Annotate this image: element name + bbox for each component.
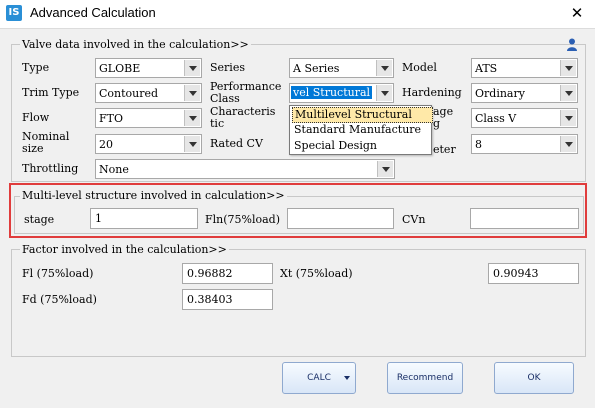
performance-class-select[interactable]: vel Structural bbox=[289, 83, 394, 103]
person-icon[interactable] bbox=[566, 38, 578, 52]
fd-label: Fd (75%load) bbox=[22, 293, 97, 306]
characteristic-label-line2: tic bbox=[210, 117, 225, 130]
throttling-label: Throttling bbox=[22, 162, 79, 175]
trim-type-value: Contoured bbox=[99, 87, 159, 100]
flow-label: Flow bbox=[22, 111, 50, 124]
type-select[interactable]: GLOBE bbox=[95, 58, 202, 78]
app-icon: IS bbox=[6, 5, 22, 21]
nominal-size-select[interactable]: 20 bbox=[95, 134, 202, 154]
factor-legend: Factor involved in the calculation>> bbox=[20, 243, 229, 256]
series-select[interactable]: A Series bbox=[289, 58, 394, 78]
chevron-down-icon[interactable] bbox=[376, 60, 392, 76]
hardening-value: Ordinary bbox=[475, 87, 525, 100]
leakage-label-line2: g bbox=[433, 117, 441, 130]
dropdown-option-special[interactable]: Special Design bbox=[292, 139, 431, 153]
title-bar: IS Advanced Calculation ✕ bbox=[0, 0, 595, 28]
fd-input[interactable]: 0.38403 bbox=[182, 289, 273, 310]
fd-value: 0.38403 bbox=[187, 293, 233, 306]
cvn-input[interactable] bbox=[470, 208, 579, 229]
diameter-value: 8 bbox=[475, 138, 482, 151]
calc-label: CALC bbox=[307, 373, 331, 383]
performance-class-value: vel Structural bbox=[291, 86, 373, 99]
multilevel-legend: Multi-level structure involved in calcul… bbox=[20, 189, 287, 202]
recommend-label: Recommend bbox=[396, 373, 454, 383]
chevron-down-icon[interactable] bbox=[344, 376, 350, 380]
dropdown-option-standard[interactable]: Standard Manufacture bbox=[292, 123, 431, 137]
fln-label: Fln(75%load) bbox=[205, 213, 281, 226]
fl-label: Fl (75%load) bbox=[22, 267, 94, 280]
diameter-select[interactable]: 8 bbox=[471, 134, 578, 154]
chevron-down-icon[interactable] bbox=[184, 110, 200, 126]
chevron-down-icon[interactable] bbox=[560, 85, 576, 101]
model-label: Model bbox=[402, 61, 437, 74]
nominal-size-label-line2: size bbox=[22, 142, 44, 155]
calc-button[interactable]: CALC bbox=[282, 362, 356, 394]
chevron-down-icon[interactable] bbox=[184, 60, 200, 76]
trim-type-label: Trim Type bbox=[22, 86, 80, 99]
chevron-down-icon[interactable] bbox=[560, 60, 576, 76]
rated-cv-label: Rated CV bbox=[210, 137, 263, 150]
stage-value: 1 bbox=[95, 212, 102, 225]
dropdown-option-multilevel[interactable]: Multilevel Structural bbox=[292, 107, 433, 123]
series-label: Series bbox=[210, 61, 245, 74]
close-icon[interactable]: ✕ bbox=[565, 3, 589, 23]
recommend-button[interactable]: Recommend bbox=[387, 362, 463, 394]
ok-label: OK bbox=[527, 373, 541, 383]
hardening-label: Hardening bbox=[402, 86, 462, 99]
model-value: ATS bbox=[475, 62, 498, 75]
hardening-select[interactable]: Ordinary bbox=[471, 83, 578, 103]
type-value: GLOBE bbox=[99, 62, 141, 75]
chevron-down-icon[interactable] bbox=[184, 136, 200, 152]
nominal-size-value: 20 bbox=[99, 138, 113, 151]
xt-input[interactable]: 0.90943 bbox=[488, 263, 579, 284]
flow-value: FTO bbox=[99, 112, 123, 125]
fl-value: 0.96882 bbox=[187, 267, 233, 280]
fln-input[interactable] bbox=[287, 208, 394, 229]
chevron-down-icon[interactable] bbox=[560, 110, 576, 126]
chevron-down-icon[interactable] bbox=[376, 85, 392, 101]
model-select[interactable]: ATS bbox=[471, 58, 578, 78]
ok-button[interactable]: OK bbox=[494, 362, 574, 394]
trim-type-select[interactable]: Contoured bbox=[95, 83, 202, 103]
xt-label: Xt (75%load) bbox=[280, 267, 353, 280]
throttling-select[interactable]: None bbox=[95, 159, 395, 179]
xt-value: 0.90943 bbox=[493, 267, 539, 280]
performance-class-dropdown: Multilevel Structural Standard Manufactu… bbox=[289, 105, 433, 155]
valve-data-legend: Valve data involved in the calculation>> bbox=[20, 38, 251, 51]
leakage-select[interactable]: Class V bbox=[471, 108, 578, 128]
chevron-down-icon[interactable] bbox=[377, 161, 393, 177]
cvn-label: CVn bbox=[402, 213, 426, 226]
stage-input[interactable]: 1 bbox=[90, 208, 198, 229]
series-value: A Series bbox=[293, 62, 340, 75]
diameter-label: eter bbox=[433, 143, 456, 156]
chevron-down-icon[interactable] bbox=[184, 85, 200, 101]
window-title: Advanced Calculation bbox=[30, 5, 156, 20]
stage-label: stage bbox=[24, 213, 55, 226]
leakage-value: Class V bbox=[475, 112, 517, 125]
flow-select[interactable]: FTO bbox=[95, 108, 202, 128]
performance-class-label-line2: Class bbox=[210, 92, 240, 105]
throttling-value: None bbox=[99, 163, 129, 176]
type-label: Type bbox=[22, 61, 50, 74]
fl-input[interactable]: 0.96882 bbox=[182, 263, 273, 284]
chevron-down-icon[interactable] bbox=[560, 136, 576, 152]
